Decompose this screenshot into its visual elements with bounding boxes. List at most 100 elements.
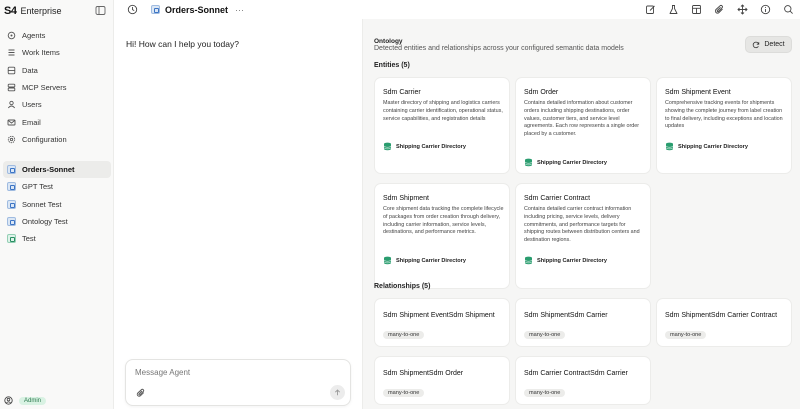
agent-list: Orders-Sonnet GPT Test Sonnet Test Ontol… [3,161,111,247]
agent-label: Test [22,234,36,244]
agent-item-test[interactable]: Test [3,230,111,247]
mail-icon [7,119,16,126]
arrow-up-icon [334,389,341,396]
nav-item-data[interactable]: Data [3,62,111,79]
main-nav: Agents Work Items Data MCP Servers Users… [3,27,111,148]
entity-description: Comprehensive tracking events for shipme… [665,100,783,130]
relationship-name: Sdm Carrier ContractSdm Carrier [524,370,628,377]
agent-icon [7,217,16,227]
user-avatar-icon [4,396,13,405]
sidebar-toggle-icon[interactable] [95,5,106,16]
entity-description: Contains detailed carrier contract infor… [524,206,640,244]
brand[interactable]: S4 Enterprise [4,4,62,18]
logo: S4 [4,5,17,17]
entity-source: Shipping Carrier Directory [383,256,466,265]
detect-button[interactable]: Detect [745,36,792,53]
entity-card[interactable]: Sdm Order Contains detailed information … [515,77,651,174]
agent-title[interactable]: Orders-Sonnet ··· [151,3,244,16]
agent-item-ontology-test[interactable]: Ontology Test [3,213,111,230]
agent-icon [7,165,16,175]
edit-icon[interactable] [645,4,656,15]
entity-source-label: Shipping Carrier Directory [678,143,748,150]
table-icon[interactable] [691,4,702,15]
user-row[interactable]: Admin [4,396,47,405]
agent-item-sonnet-test[interactable]: Sonnet Test [3,196,111,213]
history-icon[interactable] [127,4,138,15]
sidebar: S4 Enterprise Agents Work Items Data MCP… [0,0,114,409]
attach-icon[interactable] [136,388,146,398]
message-composer [125,359,351,406]
nav-label: Agents [22,31,46,41]
agent-name: Orders-Sonnet [165,4,229,15]
agent-label: Orders-Sonnet [22,165,75,175]
relationships-heading: Relationships (5) [374,283,431,290]
cardinality-badge: many-to-one [383,389,425,397]
greeting-message: Hi! How can I help you today? [126,39,239,49]
move-icon[interactable] [737,4,748,15]
agent-label: GPT Test [22,182,53,192]
nav-item-mcp-servers[interactable]: MCP Servers [3,79,111,96]
entity-card[interactable]: Sdm Carrier Contract Contains detailed c… [515,183,651,289]
cardinality-badge: many-to-one [665,331,707,339]
more-options-button[interactable]: ··· [235,5,244,15]
role-badge: Admin [19,396,47,405]
agent-label: Ontology Test [22,217,68,227]
entity-name: Sdm Carrier Contract [524,195,591,202]
nav-label: Data [22,65,38,75]
top-bar: Orders-Sonnet ··· [115,0,800,19]
agent-item-gpt-test[interactable]: GPT Test [3,178,111,195]
relationship-card[interactable]: Sdm ShipmentSdm Carrier Contract many-to… [656,298,792,347]
agent-label: Sonnet Test [22,199,62,209]
database-icon [524,158,533,167]
agent-icon [7,234,16,244]
entity-card[interactable]: Sdm Shipment Event Comprehensive trackin… [656,77,792,174]
panel-title: Ontology [374,38,403,45]
message-input[interactable] [135,368,335,377]
agent-icon [7,199,16,209]
server-icon [7,83,16,92]
ontology-panel: Ontology Detected entities and relations… [362,19,800,409]
send-button[interactable] [330,385,345,400]
entity-name: Sdm Shipment [383,195,429,202]
panel-subtitle: Detected entities and relationships acro… [374,45,624,52]
entity-description: Contains detailed information about cust… [524,100,640,138]
relationship-name: Sdm ShipmentSdm Order [383,370,464,377]
nav-item-agents[interactable]: Agents [3,27,111,44]
agent-icon [151,5,160,14]
relationship-card[interactable]: Sdm ShipmentSdm Carrier many-to-one [515,298,651,347]
entity-name: Sdm Carrier [383,89,421,96]
info-icon[interactable] [760,4,771,15]
flask-icon[interactable] [668,4,679,15]
nav-label: Email [22,117,41,127]
entity-source-label: Shipping Carrier Directory [537,159,607,166]
entity-source-label: Shipping Carrier Directory [396,257,466,264]
nav-item-work-items[interactable]: Work Items [3,44,111,61]
nav-item-email[interactable]: Email [3,113,111,130]
user-icon [7,101,16,109]
agent-icon [7,182,16,192]
cardinality-badge: many-to-one [524,331,566,339]
entity-source: Shipping Carrier Directory [524,256,607,265]
relationship-name: Sdm Shipment EventSdm Shipment [383,312,495,319]
agents-icon [7,31,16,40]
brand-name: Enterprise [20,6,62,16]
entity-card[interactable]: Sdm Shipment Core shipment data tracking… [374,183,510,289]
entity-name: Sdm Order [524,89,559,96]
search-icon[interactable] [783,4,794,15]
relationship-card[interactable]: Sdm Shipment EventSdm Shipment many-to-o… [374,298,510,347]
paperclip-icon[interactable] [714,4,725,15]
nav-label: Users [22,100,42,110]
relationship-card[interactable]: Sdm ShipmentSdm Order many-to-one [374,356,510,405]
nav-item-configuration[interactable]: Configuration [3,131,111,148]
entity-source-label: Shipping Carrier Directory [396,143,466,150]
database-icon [524,256,533,265]
entity-card[interactable]: Sdm Carrier Master directory of shipping… [374,77,510,174]
detect-label: Detect [764,41,785,48]
relationship-card[interactable]: Sdm Carrier ContractSdm Carrier many-to-… [515,356,651,405]
entity-source: Shipping Carrier Directory [524,158,607,167]
relationship-name: Sdm ShipmentSdm Carrier Contract [665,312,778,319]
nav-item-users[interactable]: Users [3,96,111,113]
relationship-name: Sdm ShipmentSdm Carrier [524,312,608,319]
cardinality-badge: many-to-one [524,389,566,397]
agent-item-orders-sonnet[interactable]: Orders-Sonnet [3,161,111,179]
